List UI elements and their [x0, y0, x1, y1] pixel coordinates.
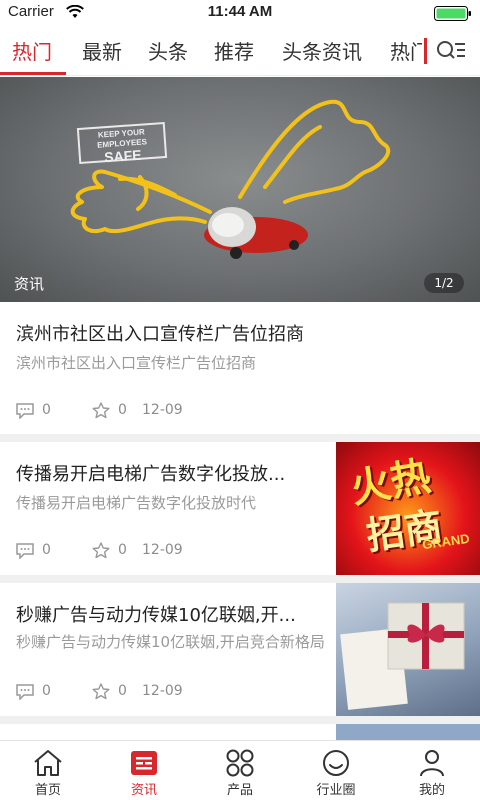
active-tab-indicator — [0, 72, 66, 75]
tab-headline-news[interactable]: 头条资讯 — [282, 36, 362, 65]
star-icon — [92, 542, 110, 559]
nav-home[interactable]: 首页 — [0, 741, 96, 800]
nav-products-label: 产品 — [226, 783, 253, 798]
news-item[interactable]: 秒赚广告与动力传媒10亿联姻,开... 秒赚广告与动力传媒10亿联姻,开启竞合新… — [0, 583, 480, 720]
tab-latest[interactable]: 最新 — [82, 36, 122, 65]
tab-recommended[interactable]: 推荐 — [214, 36, 254, 65]
nav-profile[interactable]: 我的 — [384, 741, 480, 800]
comment-icon — [16, 684, 34, 700]
list-separator — [0, 434, 480, 442]
news-title: 传播易开启电梯广告数字化投放... — [16, 464, 286, 485]
list-separator — [0, 716, 480, 724]
nav-home-label: 首页 — [34, 783, 61, 798]
news-description: 滨州市社区出入口宣传栏广告位招商 — [16, 354, 257, 372]
comment-count: 0 — [42, 542, 51, 558]
news-description: 秒赚广告与动力传媒10亿联姻,开启竞合新格局 — [16, 633, 325, 651]
news-meta: 0 0 12-09 — [16, 683, 316, 701]
profile-icon — [420, 750, 444, 777]
hero-banner[interactable]: KEEP YOUR EMPLOYEES SAFE 资讯 1/2 — [0, 77, 480, 302]
publish-date: 12-09 — [142, 542, 183, 558]
status-bar: Carrier 11:44 AM — [0, 0, 480, 26]
comment-count: 0 — [42, 402, 51, 418]
tab-hot-2[interactable]: 热门 — [390, 36, 422, 65]
news-item[interactable]: 滨州市社区出入口宣传栏广告位招商 滨州市社区出入口宣传栏广告位招商 0 0 12… — [0, 302, 480, 439]
gift-box-illustration — [340, 602, 465, 710]
bottom-navigation: 首页 资讯 产品 行业圈 我的 — [0, 740, 480, 800]
publish-date: 12-09 — [142, 683, 183, 699]
news-meta: 0 0 12-09 — [16, 402, 316, 420]
industry-circle-icon — [323, 750, 349, 776]
banner-wings-illustration — [70, 99, 391, 259]
publish-date: 12-09 — [142, 402, 183, 418]
comment-icon — [16, 403, 34, 419]
list-separator — [0, 575, 480, 583]
nav-news-label: 资讯 — [130, 783, 157, 798]
clock: 11:44 AM — [207, 3, 273, 20]
news-thumbnail-partial — [336, 724, 480, 740]
category-tabs: 热门 最新 头条 推荐 头条资讯 热门 — [0, 26, 422, 75]
tab-headlines[interactable]: 头条 — [148, 36, 188, 65]
battery-icon — [434, 6, 471, 21]
banner-caption: 资讯 — [14, 275, 45, 293]
nav-profile-label: 我的 — [418, 783, 445, 798]
star-icon — [92, 402, 110, 419]
tab-divider — [424, 38, 427, 64]
category-tab-bar: 热门 最新 头条 推荐 头条资讯 热门 — [0, 26, 480, 76]
star-count: 0 — [118, 542, 127, 558]
tab-hot[interactable]: 热门 — [12, 36, 52, 65]
banner-page-counter: 1/2 — [424, 273, 464, 293]
comment-icon — [16, 543, 34, 559]
nav-industry-circle-label: 行业圈 — [316, 783, 356, 798]
nav-industry-circle[interactable]: 行业圈 — [288, 741, 384, 800]
home-icon — [34, 750, 62, 776]
nav-news[interactable]: 资讯 — [96, 741, 192, 800]
news-icon — [131, 751, 157, 775]
news-thumbnail: 火热 招商 GRAND — [336, 442, 480, 576]
star-icon — [92, 683, 110, 700]
news-description: 传播易开启电梯广告数字化投放时代 — [16, 494, 257, 512]
news-item[interactable]: 传播易开启电梯广告数字化投放... 传播易开启电梯广告数字化投放时代 0 0 1… — [0, 442, 480, 579]
news-title: 秒赚广告与动力传媒10亿联姻,开... — [16, 605, 296, 626]
comment-count: 0 — [42, 683, 51, 699]
products-icon — [226, 749, 254, 777]
news-title: 滨州市社区出入口宣传栏广告位招商 — [16, 324, 304, 345]
star-count: 0 — [118, 402, 127, 418]
news-thumbnail — [336, 583, 480, 717]
star-count: 0 — [118, 683, 127, 699]
news-meta: 0 0 12-09 — [16, 542, 316, 560]
search-menu-icon[interactable] — [436, 38, 466, 64]
nav-products[interactable]: 产品 — [192, 741, 288, 800]
